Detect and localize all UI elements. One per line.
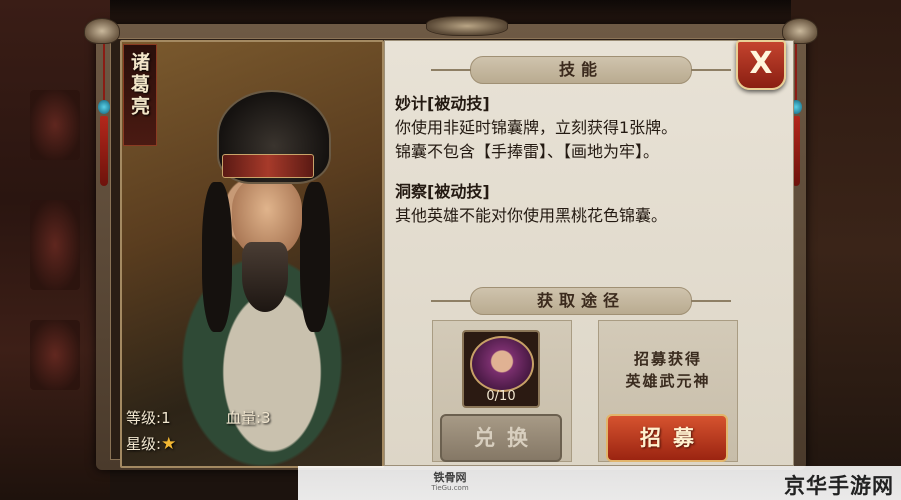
skills-banner: 技能 bbox=[431, 56, 731, 84]
skill-desc-line: 其他英雄不能对你使用黑桃花色锦囊。 bbox=[395, 206, 668, 225]
hero-portrait bbox=[120, 40, 384, 468]
exchange-button[interactable]: 兑换 bbox=[440, 414, 562, 462]
frame-ornament-top bbox=[426, 16, 508, 36]
background-left bbox=[0, 0, 110, 500]
skill-item: 妙计[被动技] 你使用非延时锦囊牌，立刻获得1张牌。 锦囊不包含【手捧雷】、【画… bbox=[395, 92, 790, 164]
hero-fragment-thumb[interactable]: 0/10 bbox=[462, 330, 540, 408]
tassel-left bbox=[98, 44, 110, 194]
watermark-logo: 铁骨网 TieGu.com bbox=[431, 471, 469, 492]
fragment-count: 0/10 bbox=[486, 389, 516, 404]
level-stat: 等级:1 bbox=[126, 409, 171, 427]
recruit-button[interactable]: 招募 bbox=[606, 414, 728, 462]
star-label: 星级 bbox=[126, 435, 157, 453]
close-button[interactable]: X bbox=[736, 40, 786, 90]
obtain-banner: 获取途径 bbox=[431, 287, 731, 315]
skill-title: 妙计[被动技] bbox=[395, 94, 490, 113]
skills-list: 妙计[被动技] 你使用非延时锦囊牌，立刻获得1张牌。 锦囊不包含【手捧雷】、【画… bbox=[395, 92, 790, 244]
star-icon: ★ bbox=[161, 434, 177, 454]
star-stat: 星级:★ bbox=[126, 434, 177, 454]
hero-name: 诸葛亮 bbox=[128, 52, 150, 118]
level-label: 等级 bbox=[126, 409, 157, 427]
skill-desc-line: 你使用非延时锦囊牌，立刻获得1张牌。 bbox=[395, 118, 678, 137]
hp-stat: 血量:3 bbox=[226, 409, 271, 427]
skill-desc-line: 锦囊不包含【手捧雷】、【画地为牢】。 bbox=[395, 142, 660, 161]
background-right bbox=[791, 0, 901, 500]
skill-item: 洞察[被动技] 其他英雄不能对你使用黑桃花色锦囊。 bbox=[395, 180, 790, 228]
hp-label: 血量 bbox=[226, 409, 257, 427]
frame-ornament-left bbox=[84, 18, 120, 44]
watermark-site-text: 京华手游网 bbox=[784, 474, 894, 498]
hp-value: 3 bbox=[261, 409, 271, 427]
skill-title: 洞察[被动技] bbox=[395, 182, 490, 201]
recruit-source-text: 招募获得 英雄武元神 bbox=[625, 350, 711, 390]
hero-fragment-avatar bbox=[470, 336, 534, 392]
level-value: 1 bbox=[161, 409, 171, 427]
